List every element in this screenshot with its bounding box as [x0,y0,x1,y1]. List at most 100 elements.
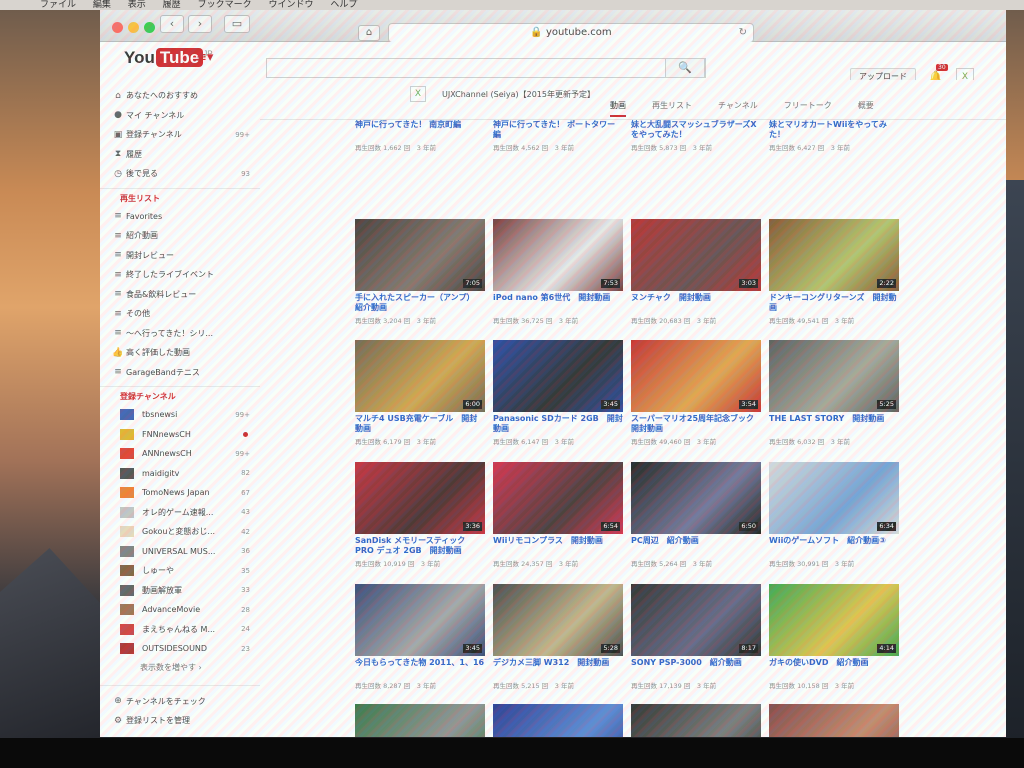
video-thumbnail[interactable]: 6:54 [493,462,623,534]
video-thumbnail[interactable]: 3:36 [355,462,485,534]
sidebar-subscription-item[interactable]: FNNnewsCH [100,425,260,445]
video-title[interactable]: Wiiのゲームソフト 紹介動画③ [769,536,899,556]
sidebar-item-watch-later[interactable]: ◷ 後で見る 93 [100,164,260,184]
minimize-window-button[interactable] [128,22,139,33]
tab-playlists[interactable]: 再生リスト [652,100,692,117]
video-title[interactable]: 妹とマリオカートWiiをやってみた！ [769,120,899,140]
video-card[interactable]: 4:14 ガキの使いDVD 紹介動画 再生回数 10,158 回 3 年前 [769,584,899,690]
video-title[interactable]: 手に入れたスピーカー（アンプ） 紹介動画 [355,293,485,313]
menu-bookmarks[interactable]: ブックマーク [198,0,252,10]
video-card[interactable]: 6:54 Wiiリモコンプラス 開封動画 再生回数 24,357 回 3 年前 [493,462,623,568]
browse-channels-link[interactable]: ⊕ チャンネルをチェック [100,692,260,712]
video-title[interactable]: デジカメ三脚 W312 開封動画 [493,658,623,678]
video-thumbnail[interactable]: 5:28 [493,584,623,656]
video-card[interactable] [769,704,899,737]
sidebar-subscription-item[interactable]: ANNnewsCH 99+ [100,444,260,464]
video-card[interactable] [493,704,623,737]
video-thumbnail[interactable]: 7:05 [355,219,485,291]
sidebar-item-recommended[interactable]: ⌂ あなたへのおすすめ [100,86,260,106]
video-title[interactable]: SanDisk メモリースティック PRO デュオ 2GB 開封動画 [355,536,485,556]
video-thumbnail[interactable]: 6:34 [769,462,899,534]
video-card[interactable]: 7:50妹と大乱闘スマッシュブラザーズXをやってみた！再生回数 5,873 回 … [631,118,761,152]
forward-button[interactable]: › [188,15,212,33]
video-title[interactable]: 神戸に行ってきた！ ポートタワー編 [493,120,623,140]
video-thumbnail[interactable]: 3:45 [355,584,485,656]
video-card[interactable]: 3:03 ヌンチャク 開封動画 再生回数 20,683 回 3 年前 [631,219,761,325]
sidebar-toggle-button[interactable]: ▭ [224,15,250,33]
video-card[interactable]: 3:54 スーパーマリオ25周年記念ブック 開封動画 再生回数 49,460 回 3… [631,340,761,446]
tab-channels[interactable]: チャンネル [718,100,758,117]
close-window-button[interactable] [112,22,123,33]
sidebar-subscription-item[interactable]: オレ的ゲーム速報... 43 [100,503,260,523]
menu-window[interactable]: ウインドウ [268,0,313,10]
video-card[interactable]: 6:00 マルチ4 USB充電ケーブル 開封動画 再生回数 6,179 回 3 年前 [355,340,485,446]
video-card[interactable]: 3:36 SanDisk メモリースティック PRO デュオ 2GB 開封動画 再生… [355,462,485,568]
video-thumbnail[interactable]: 5:25 [769,340,899,412]
video-title[interactable]: THE LAST STORY 開封動画 [769,414,899,434]
sidebar-playlist-item[interactable]: ≡ GarageBandテニス [100,363,260,383]
video-card[interactable]: 11:19妹とマリオカートWiiをやってみた！再生回数 6,427 回 3 年前 [769,118,899,152]
menu-history[interactable]: 履歴 [163,0,181,10]
video-thumbnail[interactable] [493,704,623,737]
video-card[interactable] [355,704,485,737]
video-title[interactable]: SONY PSP-3000 紹介動画 [631,658,761,678]
sidebar-item-history[interactable]: ⧗ 履歴 [100,145,260,165]
video-thumbnail[interactable] [631,704,761,737]
video-card[interactable]: 8:17 SONY PSP-3000 紹介動画 再生回数 17,139 回 3 年前 [631,584,761,690]
menu-help[interactable]: ヘルプ [330,0,357,10]
reload-icon[interactable]: ↻ [739,24,747,42]
sidebar-playlist-item[interactable]: ≡ 紹介動画 [100,226,260,246]
sidebar-item-subscriptions[interactable]: ▣ 登録チャンネル 99+ [100,125,260,145]
video-thumbnail[interactable] [769,704,899,737]
video-card[interactable]: 6:34 Wiiのゲームソフト 紹介動画③ 再生回数 30,991 回 3 年前 [769,462,899,568]
video-card[interactable]: 3:45 Panasonic SDカード 2GB 開封動画 再生回数 6,147 回… [493,340,623,446]
sidebar-subscription-item[interactable]: まえちゃんねる M... 24 [100,620,260,640]
sidebar-subscription-item[interactable]: しゅーや 35 [100,561,260,581]
video-thumbnail[interactable]: 8:17 [631,584,761,656]
video-title[interactable]: Wiiリモコンプラス 開封動画 [493,536,623,556]
sidebar-subscription-item[interactable]: AdvanceMovie 28 [100,600,260,620]
tab-videos[interactable]: 動画 [610,100,626,117]
menu-edit[interactable]: 編集 [93,0,111,10]
menu-file[interactable]: ファイル [40,0,76,10]
video-title[interactable]: iPod nano 第6世代 開封動画 [493,293,623,313]
channel-name[interactable]: UJXChannel (Seiya)【2015年更新予定】 [442,89,595,100]
video-title[interactable]: 神戸に行ってきた！ 南京町編 [355,120,485,140]
video-card[interactable]: 7:05 手に入れたスピーカー（アンプ） 紹介動画 再生回数 3,204 回 3 年… [355,219,485,325]
video-thumbnail[interactable] [355,704,485,737]
video-card[interactable] [631,704,761,737]
home-icon[interactable]: ⌂ [358,25,380,41]
menu-view[interactable]: 表示 [128,0,146,10]
sidebar-item-my-channel[interactable]: ● マイ チャンネル [100,106,260,126]
video-title[interactable]: スーパーマリオ25周年記念ブック 開封動画 [631,414,761,434]
sidebar-subscription-item[interactable]: TomoNews Japan 67 [100,483,260,503]
sidebar-playlist-item[interactable]: ≡ 食品&飲料レビュー [100,285,260,305]
video-title[interactable]: ドンキーコングリターンズ 開封動画 [769,293,899,313]
video-thumbnail[interactable]: 6:00 [355,340,485,412]
sidebar-subscription-item[interactable]: 動画解放軍 33 [100,581,260,601]
sidebar-playlist-item[interactable]: ≡ 終了したライブイベント [100,265,260,285]
video-thumbnail[interactable]: 6:50 [631,462,761,534]
video-card[interactable]: 6:50 PC周辺 紹介動画 再生回数 5,264 回 3 年前 [631,462,761,568]
guide-menu-icon[interactable]: ≡▾ [196,50,213,65]
tab-about[interactable]: 概要 [858,100,874,117]
video-title[interactable]: 妹と大乱闘スマッシュブラザーズXをやってみた！ [631,120,761,140]
video-thumbnail[interactable]: 3:45 [493,340,623,412]
sidebar-subscription-item[interactable]: UNIVERSAL MUS... 36 [100,542,260,562]
video-card[interactable]: 5:25 THE LAST STORY 開封動画 再生回数 6,032 回 3 年前 [769,340,899,446]
show-more-link[interactable]: 表示数を増やす › [100,659,260,677]
playlists-heading[interactable]: 再生リスト [100,187,260,207]
channel-avatar[interactable]: X [410,86,426,102]
sidebar-subscription-item[interactable]: Gokouと変態おじ... 42 [100,522,260,542]
video-thumbnail[interactable]: 3:03 [631,219,761,291]
video-card[interactable]: 12:44神戸に行ってきた！ ポートタワー編再生回数 4,562 回 3 年前 [493,118,623,152]
video-title[interactable]: マルチ4 USB充電ケーブル 開封動画 [355,414,485,434]
video-card[interactable]: 4:28神戸に行ってきた！ 南京町編再生回数 1,662 回 3 年前 [355,118,485,152]
sidebar-subscription-item[interactable]: tbsnewsi 99+ [100,405,260,425]
sidebar-playlist-item[interactable]: ≡ 〜へ行ってきた！シリ... [100,324,260,344]
video-card[interactable]: 2:22 ドンキーコングリターンズ 開封動画 再生回数 49,541 回 3 年前 [769,219,899,325]
address-bar[interactable]: 🔒 youtube.com ↻ [388,23,754,43]
video-title[interactable]: PC周辺 紹介動画 [631,536,761,556]
tab-discussion[interactable]: フリートーク [784,100,832,117]
video-thumbnail[interactable]: 3:54 [631,340,761,412]
